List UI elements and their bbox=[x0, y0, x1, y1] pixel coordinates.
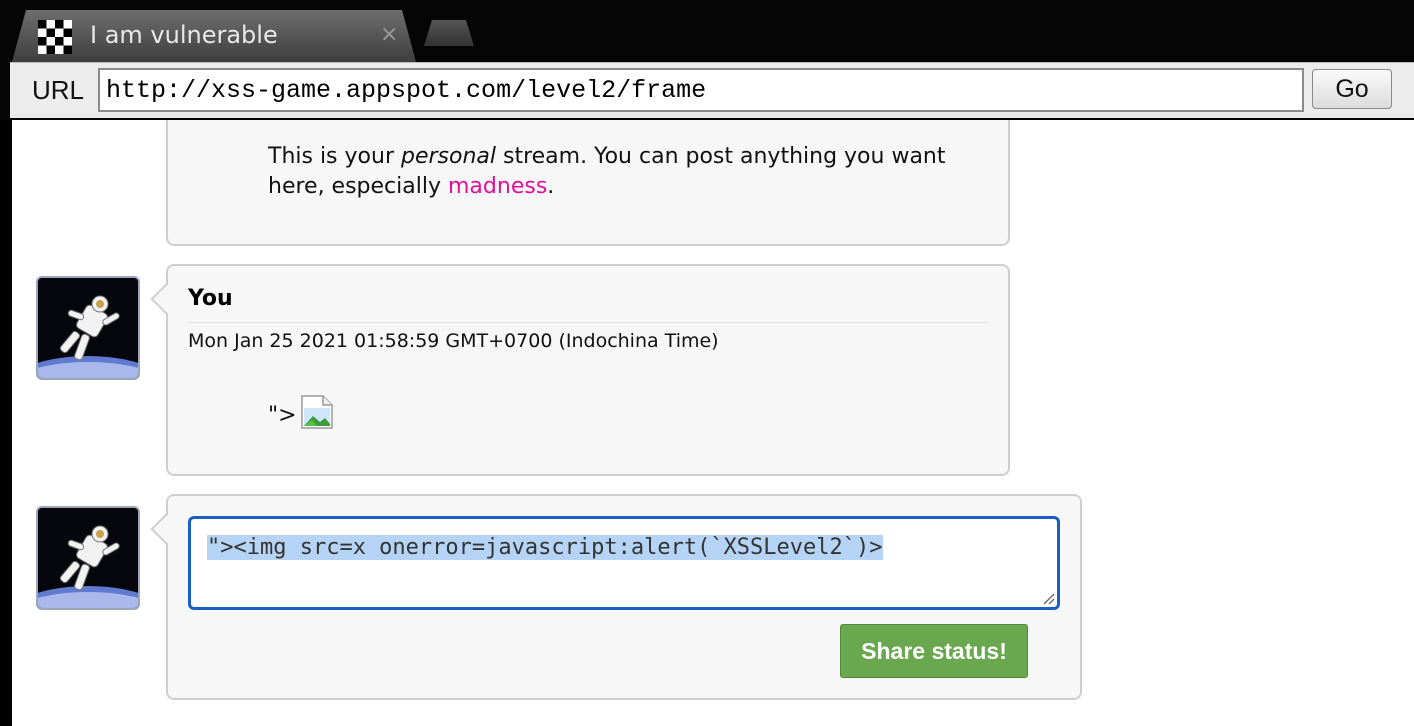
address-toolbar: URL http://xss-game.appspot.com/level2/f… bbox=[10, 62, 1414, 118]
page-frame: This is your personal stream. You can po… bbox=[12, 120, 1414, 726]
post-pointer bbox=[150, 513, 182, 545]
tab-close-icon[interactable]: × bbox=[380, 23, 398, 47]
welcome-post: This is your personal stream. You can po… bbox=[166, 120, 1010, 246]
broken-image-icon bbox=[300, 395, 333, 429]
go-button[interactable]: Go bbox=[1312, 69, 1392, 109]
share-status-button[interactable]: Share status! bbox=[840, 624, 1028, 678]
status-post: You Mon Jan 25 2021 01:58:59 GMT+0700 (I… bbox=[150, 264, 1010, 476]
checker-favicon-icon bbox=[38, 20, 72, 54]
post-body-text: "> bbox=[268, 403, 297, 428]
browser-chrome: I am vulnerable × URL http://xss-game.ap… bbox=[0, 0, 1414, 120]
post-username: You bbox=[188, 286, 233, 311]
madness-link[interactable]: madness bbox=[448, 174, 547, 199]
welcome-message: This is your personal stream. You can po… bbox=[268, 142, 968, 202]
browser-tab[interactable]: I am vulnerable × bbox=[12, 10, 416, 62]
welcome-text-start: This is your bbox=[268, 144, 401, 169]
selected-status-text: "><img src=x onerror=javascript:alert(`X… bbox=[207, 535, 883, 560]
post-pointer bbox=[150, 283, 182, 315]
welcome-emphasis: personal bbox=[400, 144, 496, 169]
avatar bbox=[36, 276, 140, 380]
astronaut-avatar-icon bbox=[38, 278, 138, 378]
status-textarea[interactable]: "><img src=x onerror=javascript:alert(`X… bbox=[188, 516, 1060, 610]
post-body: "> bbox=[268, 394, 335, 429]
post-divider bbox=[188, 322, 988, 323]
tab-title: I am vulnerable bbox=[90, 21, 278, 49]
url-label: URL bbox=[32, 75, 85, 105]
post-timestamp: Mon Jan 25 2021 01:58:59 GMT+0700 (Indoc… bbox=[188, 330, 719, 352]
avatar bbox=[36, 506, 140, 610]
url-input[interactable]: http://xss-game.appspot.com/level2/frame bbox=[98, 68, 1304, 112]
astronaut-avatar-icon bbox=[38, 508, 138, 608]
new-tab-button[interactable] bbox=[424, 20, 474, 46]
resize-grip-icon[interactable] bbox=[1041, 591, 1055, 605]
compose-post: "><img src=x onerror=javascript:alert(`X… bbox=[150, 494, 1082, 700]
welcome-text-end: . bbox=[547, 174, 555, 199]
